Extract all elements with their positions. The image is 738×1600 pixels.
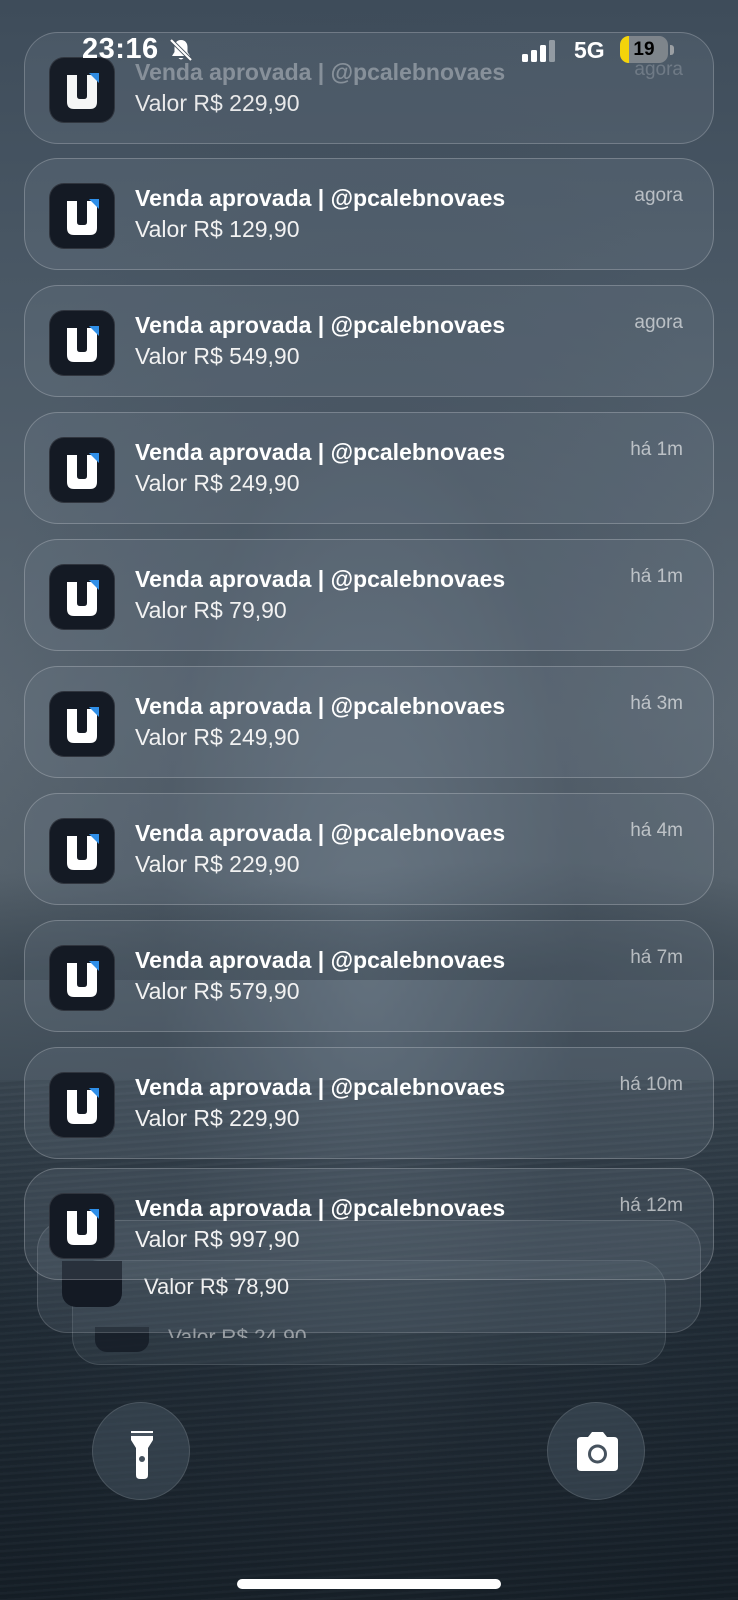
notification-card[interactable]: Venda aprovada | @pcalebnovaes Valor R$ 5… xyxy=(24,920,714,1032)
notification-title: Venda aprovada | @pcalebnovaes xyxy=(135,566,506,592)
notification-card[interactable]: Venda aprovada | @pcalebnovaes Valor R$ 2… xyxy=(24,793,714,905)
notification-time: há 10m xyxy=(619,1074,683,1095)
status-bar: 23:16 5G 19 xyxy=(0,0,738,100)
app-logo-icon xyxy=(67,834,99,870)
notification-body: Valor R$ 249,90 xyxy=(135,470,300,496)
notification-time: agora xyxy=(634,312,683,333)
notification-time: há 1m xyxy=(630,439,683,460)
app-logo-icon xyxy=(67,453,99,489)
app-icon xyxy=(49,183,115,249)
notification-title: Venda aprovada | @pcalebnovaes xyxy=(135,1195,506,1221)
app-icon xyxy=(49,945,115,1011)
notification-title: Venda aprovada | @pcalebnovaes xyxy=(135,439,506,465)
app-logo-icon xyxy=(67,961,99,997)
camera-button[interactable] xyxy=(547,1402,645,1500)
network-type: 5G xyxy=(574,37,605,63)
bell-slash-icon xyxy=(169,38,193,62)
notification-title: Venda aprovada | @pcalebnovaes xyxy=(135,1074,506,1100)
notification-card[interactable]: Venda aprovada | @pcalebnovaes Valor R$ 2… xyxy=(24,1047,714,1159)
notification-card[interactable]: Venda aprovada | @pcalebnovaes Valor R$ 1… xyxy=(24,158,714,270)
notification-body: Valor R$ 229,90 xyxy=(135,1105,300,1131)
app-logo-icon xyxy=(67,326,99,362)
notification-time: há 1m xyxy=(630,566,683,587)
app-icon xyxy=(49,310,115,376)
camera-icon xyxy=(577,1432,618,1471)
status-time: 23:16 xyxy=(82,33,159,65)
app-icon xyxy=(49,818,115,884)
notification-card[interactable]: Venda aprovada | @pcalebnovaes Valor R$ 2… xyxy=(24,666,714,778)
notification-body: Valor R$ 579,90 xyxy=(135,978,300,1004)
battery-tip xyxy=(670,45,674,55)
app-icon xyxy=(49,564,115,630)
app-logo-icon xyxy=(67,1209,99,1245)
app-logo-icon xyxy=(67,1088,99,1124)
notification-time: agora xyxy=(634,185,683,206)
notification-card[interactable]: Venda aprovada | @pcalebnovaes Valor R$ 2… xyxy=(24,412,714,524)
app-logo-icon xyxy=(67,199,99,235)
notification-body: Valor R$ 79,90 xyxy=(135,597,287,623)
notification-time: há 3m xyxy=(630,693,683,714)
battery-level: 19 xyxy=(633,39,655,60)
notification-time: há 4m xyxy=(630,820,683,841)
app-icon xyxy=(49,1193,115,1259)
notification-card[interactable]: Venda aprovada | @pcalebnovaes Valor R$ 7… xyxy=(24,539,714,651)
home-indicator[interactable] xyxy=(237,1579,501,1589)
notification-title: Venda aprovada | @pcalebnovaes xyxy=(135,185,506,211)
notification-title: Venda aprovada | @pcalebnovaes xyxy=(135,820,506,846)
notification-card[interactable]: Venda aprovada | @pcalebnovaes Valor R$ 5… xyxy=(24,285,714,397)
notification-body: Valor R$ 997,90 xyxy=(135,1226,300,1252)
notification-title: Venda aprovada | @pcalebnovaes xyxy=(135,947,506,973)
notification-body: Valor R$ 549,90 xyxy=(135,343,300,369)
flashlight-icon xyxy=(131,1431,153,1479)
notification-card[interactable]: Venda aprovada | @pcalebnovaes Valor R$ 9… xyxy=(24,1168,714,1280)
notification-body: Valor R$ 249,90 xyxy=(135,724,300,750)
app-icon xyxy=(49,437,115,503)
app-logo-icon xyxy=(67,580,99,616)
app-icon xyxy=(49,691,115,757)
notification-body: Valor R$ 129,90 xyxy=(135,216,300,242)
notification-body: Valor R$ 229,90 xyxy=(135,851,300,877)
flashlight-button[interactable] xyxy=(92,1402,190,1500)
cellular-signal-icon xyxy=(522,40,555,62)
notification-title: Venda aprovada | @pcalebnovaes xyxy=(135,693,506,719)
app-icon xyxy=(49,1072,115,1138)
notification-time: há 7m xyxy=(630,947,683,968)
app-logo-icon xyxy=(67,707,99,743)
notification-time: há 12m xyxy=(619,1195,683,1216)
battery-icon: 19 xyxy=(620,36,668,63)
notification-title: Venda aprovada | @pcalebnovaes xyxy=(135,312,506,338)
